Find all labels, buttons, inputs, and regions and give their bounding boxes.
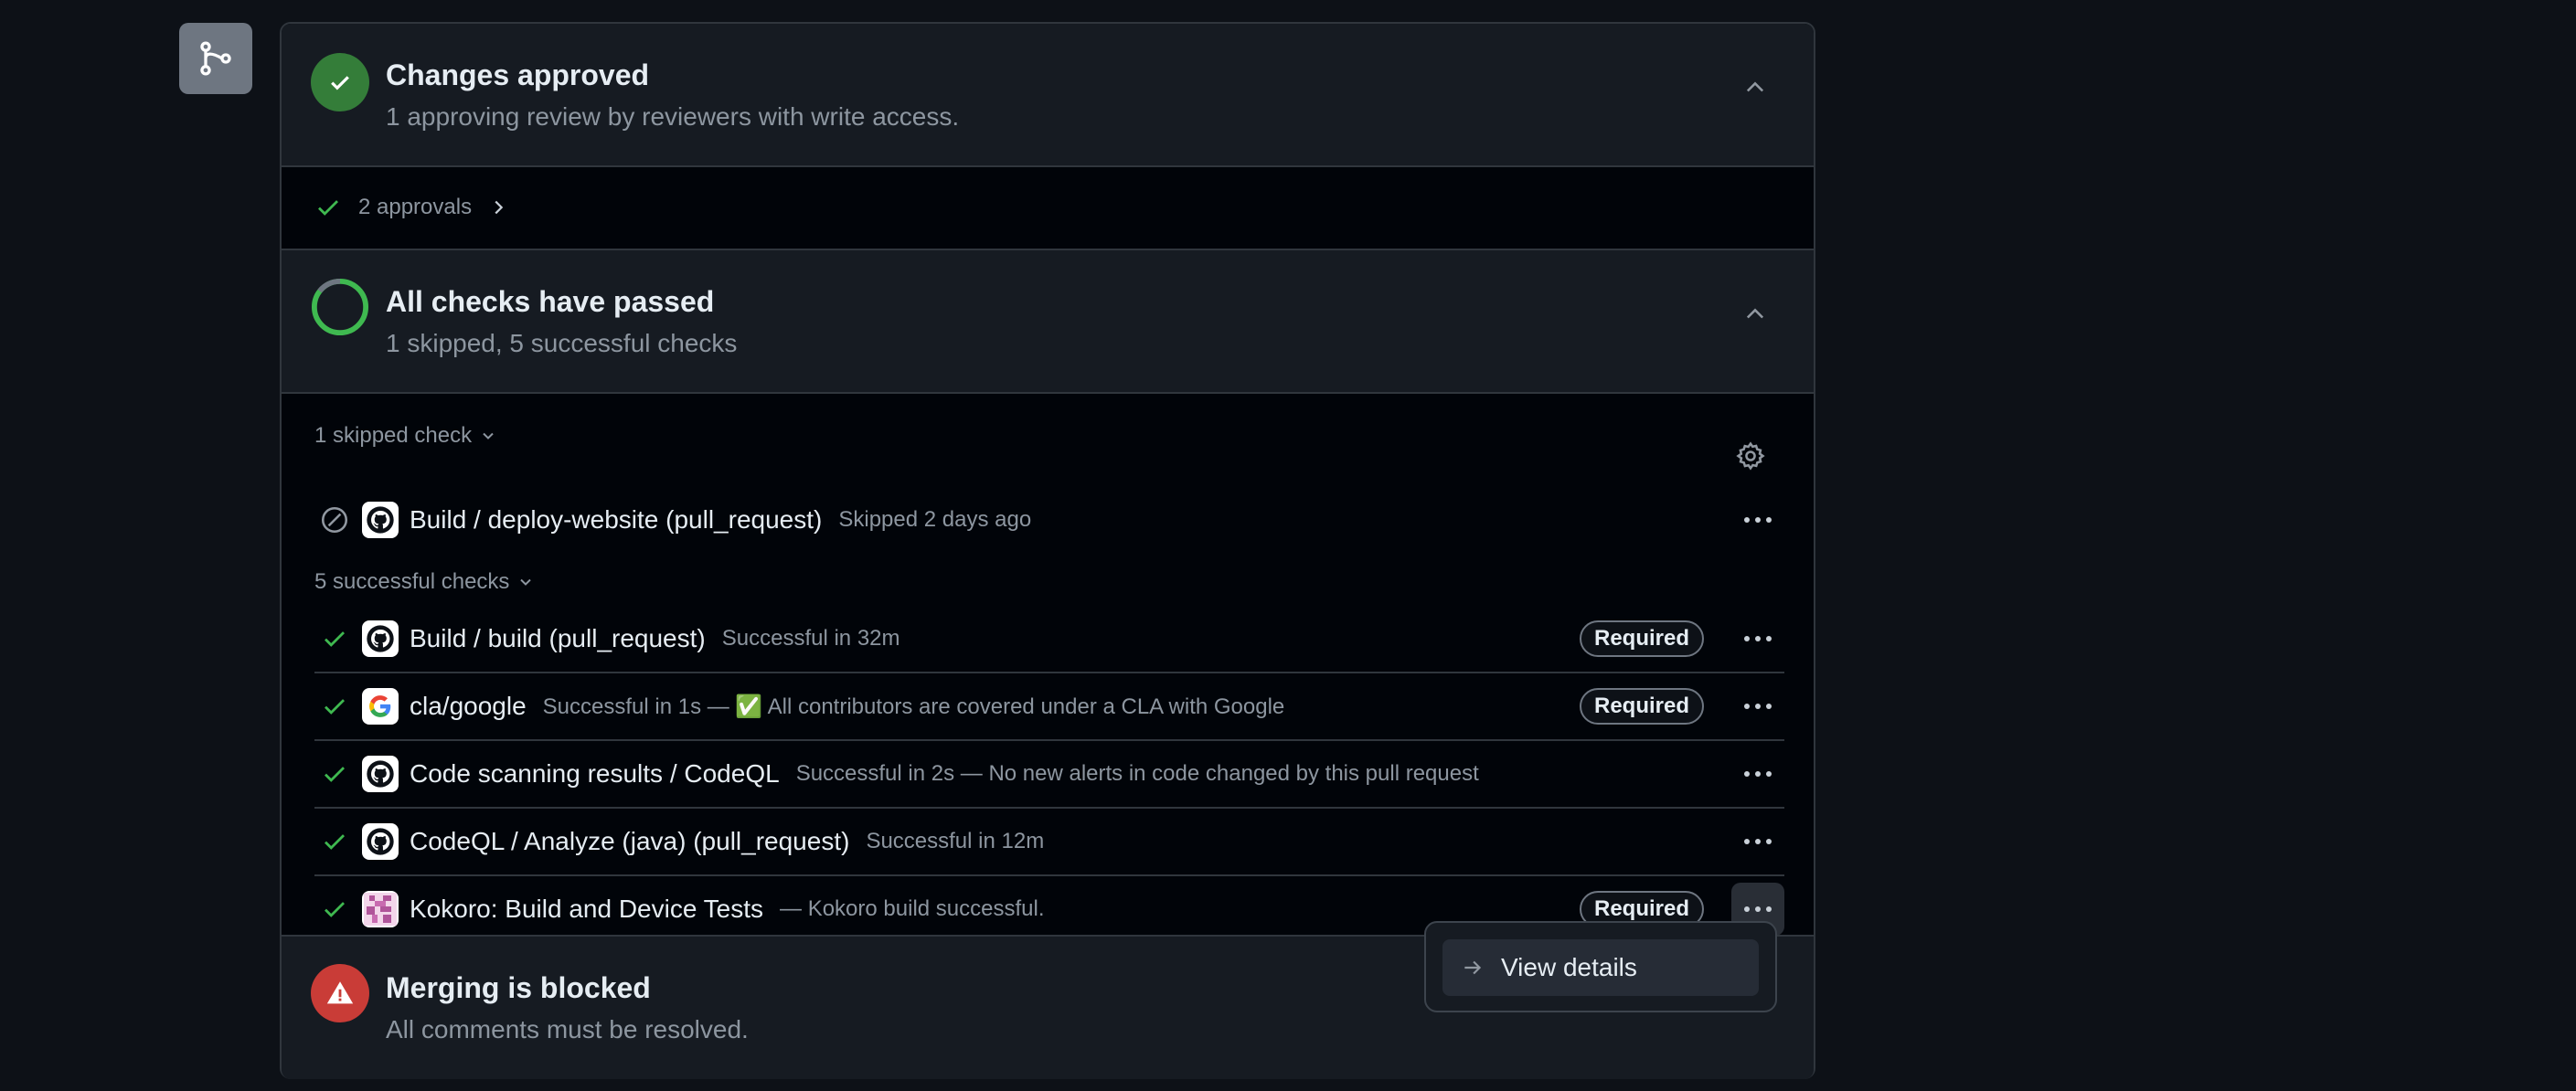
approved-title: Changes approved (386, 58, 650, 91)
check-name: cla/google (410, 692, 527, 720)
gear-icon[interactable] (1735, 440, 1766, 471)
approvals-toggle[interactable]: 2 approvals (282, 165, 1814, 249)
chevron-up-icon[interactable] (1742, 302, 1768, 327)
check-icon (314, 889, 355, 929)
check-row-skipped[interactable]: Build / deploy-website (pull_request) Sk… (314, 487, 1784, 553)
check-icon (314, 754, 355, 794)
git-branch-icon (179, 23, 252, 94)
check-name: Code scanning results / CodeQL (410, 759, 780, 788)
skipped-group-toggle[interactable]: 1 skipped check (314, 423, 497, 449)
required-badge: Required (1579, 620, 1704, 657)
check-name: Kokoro: Build and Device Tests (410, 895, 764, 923)
required-badge: Required (1579, 688, 1704, 725)
github-icon (362, 756, 399, 792)
successful-group-toggle[interactable]: 5 successful checks (314, 569, 535, 595)
skipped-group-label: 1 skipped check (314, 423, 473, 448)
check-row-successful[interactable]: Code scanning results / CodeQL Successfu… (314, 741, 1784, 809)
merge-subtitle: All comments must be resolved. (386, 1015, 749, 1043)
check-actions-menu: View details (1424, 921, 1777, 1012)
approvals-label: 2 approvals (358, 194, 473, 219)
view-details-menu-item[interactable]: View details (1442, 939, 1759, 996)
kokoro-icon (362, 891, 399, 927)
check-circle-icon (311, 53, 369, 111)
skip-icon (314, 500, 355, 540)
github-icon (362, 620, 399, 657)
checks-list: 1 skipped check Build / deploy-website (… (282, 390, 1814, 936)
checks-subtitle: 1 skipped, 5 successful checks (386, 329, 738, 357)
check-row-successful[interactable]: cla/google Successful in 1s — ✅ All cont… (314, 673, 1784, 741)
chevron-right-icon (495, 200, 504, 214)
more-options-button[interactable] (1731, 747, 1784, 800)
check-name: Build / build (pull_request) (410, 624, 706, 652)
alert-icon (311, 964, 369, 1022)
merge-title: Merging is blocked (386, 971, 651, 1004)
check-description: — Kokoro build successful. (780, 896, 1045, 921)
check-icon (314, 821, 355, 862)
check-row-successful[interactable]: CodeQL / Analyze (java) (pull_request) S… (314, 809, 1784, 876)
more-options-button[interactable] (1731, 493, 1784, 546)
check-row-successful[interactable]: Build / build (pull_request) Successful … (314, 606, 1784, 673)
changes-approved-section: Changes approved 1 approving review by r… (282, 24, 1814, 167)
checks-section: All checks have passed 1 skipped, 5 succ… (282, 249, 1814, 394)
more-options-button[interactable] (1731, 612, 1784, 665)
check-description: Skipped 2 days ago (838, 507, 1032, 532)
github-icon (362, 823, 399, 860)
check-icon (314, 619, 355, 659)
check-name: Build / deploy-website (pull_request) (410, 505, 823, 534)
more-options-button[interactable] (1731, 680, 1784, 733)
checks-progress-ring-icon (311, 278, 369, 336)
check-description: Successful in 2s — No new alerts in code… (795, 761, 1479, 786)
google-icon (362, 688, 399, 725)
checks-title: All checks have passed (386, 285, 715, 318)
chevron-down-icon (483, 432, 494, 440)
check-description: Successful in 12m (866, 829, 1045, 853)
check-name: CodeQL / Analyze (java) (pull_request) (410, 827, 850, 855)
successful-group-label: 5 successful checks (314, 569, 510, 594)
chevron-up-icon[interactable] (1742, 75, 1768, 101)
check-description: Successful in 32m (721, 626, 900, 651)
github-icon (362, 502, 399, 538)
check-description: Successful in 1s — ✅ All contributors ar… (542, 694, 1285, 719)
more-options-button[interactable] (1731, 815, 1784, 868)
approved-subtitle: 1 approving review by reviewers with wri… (386, 102, 960, 131)
check-icon (314, 686, 355, 726)
view-details-label: View details (1501, 953, 1637, 981)
chevron-down-icon (520, 578, 532, 586)
check-icon (318, 199, 338, 216)
arrow-right-icon (1464, 960, 1482, 975)
